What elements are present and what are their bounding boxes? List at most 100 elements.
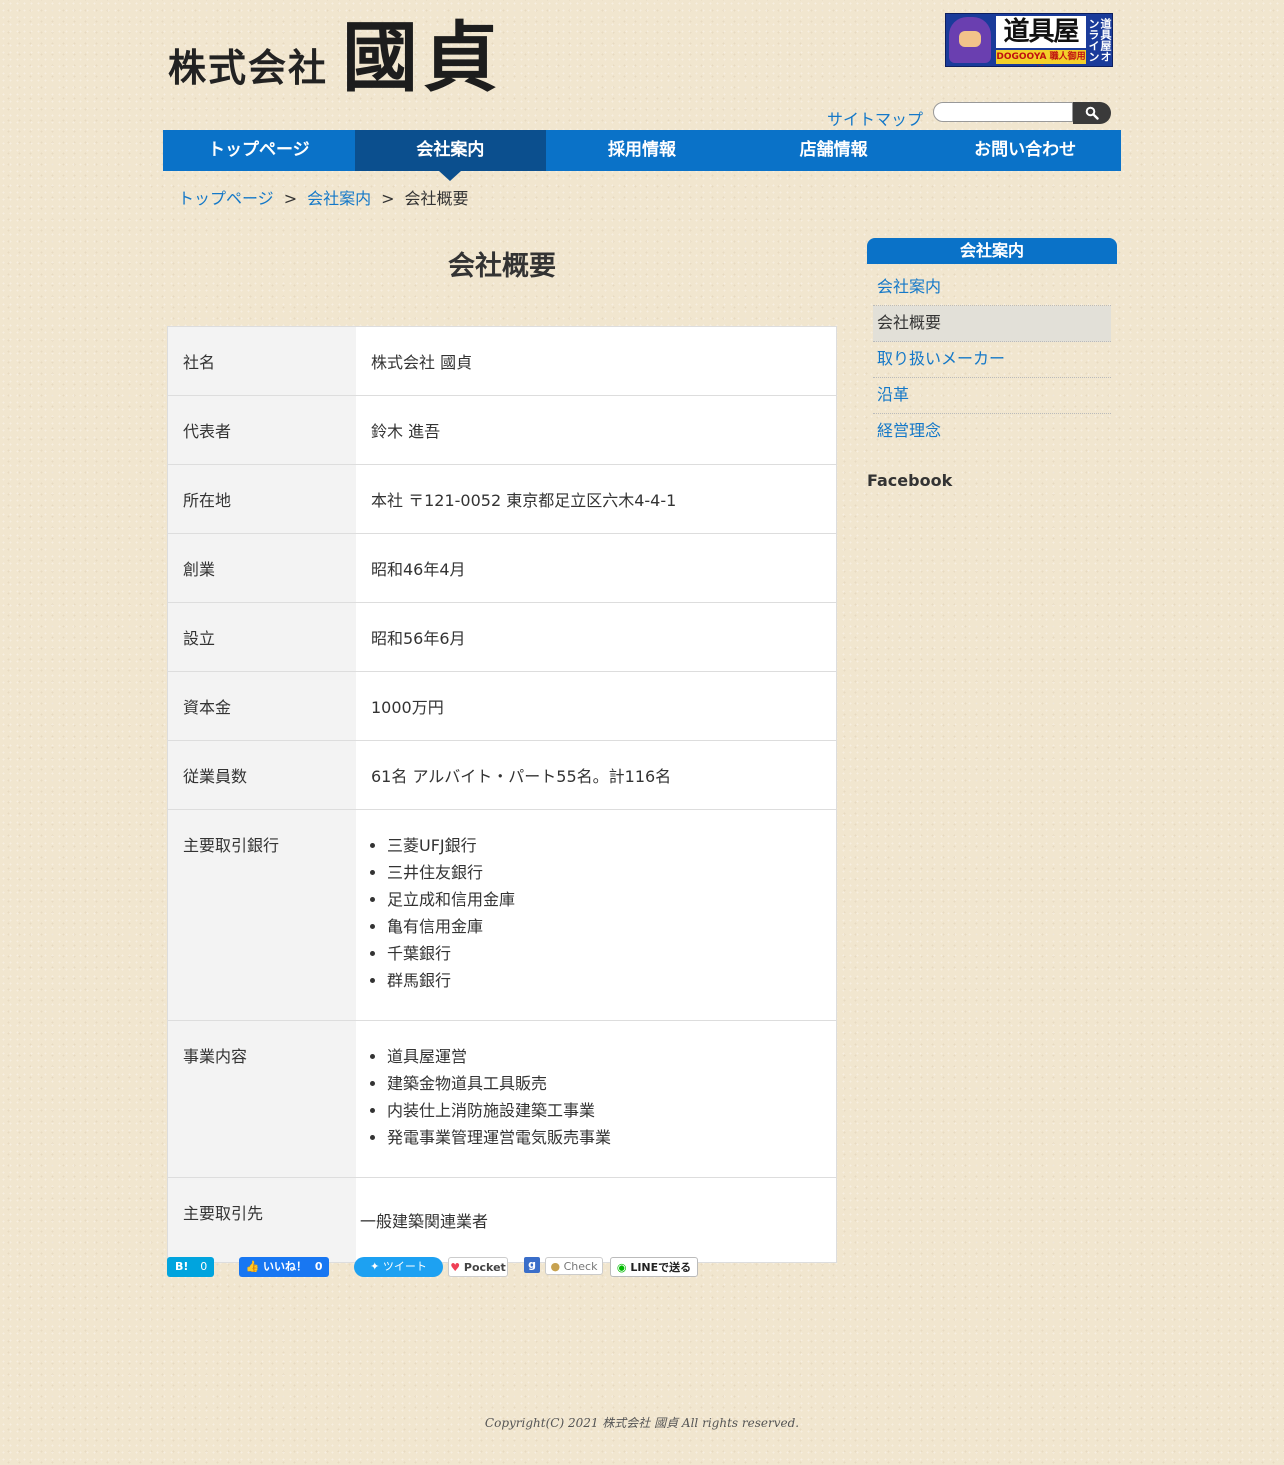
row-label: 社名 <box>168 327 356 395</box>
global-nav: トップページ 会社案内 採用情報 店舗情報 お問い合わせ <box>163 130 1121 181</box>
list-item: 三井住友銀行 <box>387 859 821 886</box>
copyright: Copyright(C) 2021 株式会社 國貞 All rights res… <box>484 1416 800 1430</box>
dougu-ya-online-banner[interactable]: 道具屋 DOGOOYA 職人御用達 道具屋オンライン <box>945 13 1113 67</box>
list-item: 三菱UFJ銀行 <box>387 832 821 859</box>
line-share-button[interactable]: ◉ LINEで送る <box>610 1257 698 1277</box>
row-value: 本社 〒121-0052 東京都足立区六木4-4-1 <box>371 491 677 510</box>
row-label: 従業員数 <box>168 741 356 809</box>
table-row-business: 事業内容 道具屋運営 建築金物道具工具販売 内装仕上消防施設建築工事業 発電事業… <box>168 1021 836 1178</box>
pocket-button[interactable]: ♥ Pocket <box>448 1257 508 1277</box>
table-row: 創業 昭和46年4月 <box>168 534 836 603</box>
search-input[interactable] <box>933 102 1073 122</box>
logo-company-type: 株式会社 <box>168 45 329 90</box>
list-item: 発電事業管理運営電気販売事業 <box>387 1124 821 1151</box>
sidebar-item-philosophy[interactable]: 経営理念 <box>873 414 1111 449</box>
tweet-label: ツイート <box>382 1260 427 1273</box>
search-button[interactable] <box>1073 102 1111 124</box>
breadcrumb-top[interactable]: トップページ <box>178 189 274 208</box>
mixi-check-button[interactable]: ● Check <box>545 1257 603 1275</box>
table-row: 代表者 鈴木 進吾 <box>168 396 836 465</box>
hatena-icon: B! <box>175 1260 189 1273</box>
row-label: 設立 <box>168 603 356 671</box>
table-row: 設立 昭和56年6月 <box>168 603 836 672</box>
hatena-bookmark-button[interactable]: B! 0 <box>167 1257 214 1277</box>
row-label: 事業内容 <box>168 1021 356 1177</box>
list-item: 足立成和信用金庫 <box>387 886 821 913</box>
table-row: 所在地 本社 〒121-0052 東京都足立区六木4-4-1 <box>168 465 836 534</box>
mixi-icon: ● <box>550 1260 561 1273</box>
row-value: 株式会社 國貞 <box>371 353 473 372</box>
row-label: 主要取引先 <box>168 1178 356 1262</box>
share-buttons: B! 0 👍 いいね！ 0 ✦ ツイート ♥ Pocket g ● Check … <box>167 1257 707 1278</box>
twitter-bird-icon: ✦ <box>370 1260 380 1273</box>
bank-list: 三菱UFJ銀行 三井住友銀行 足立成和信用金庫 亀有信用金庫 千葉銀行 群馬銀行 <box>371 832 821 994</box>
row-label: 資本金 <box>168 672 356 740</box>
table-row-clients: 主要取引先 一般建築関連業者 <box>168 1178 836 1262</box>
like-count: 0 <box>314 1260 323 1273</box>
row-label: 創業 <box>168 534 356 602</box>
table-row-banks: 主要取引銀行 三菱UFJ銀行 三井住友銀行 足立成和信用金庫 亀有信用金庫 千葉… <box>168 810 836 1021</box>
breadcrumb-company[interactable]: 会社案内 <box>307 189 371 208</box>
row-label: 主要取引銀行 <box>168 810 356 1020</box>
sidebar-item-history[interactable]: 沿革 <box>873 378 1111 414</box>
site-logo[interactable]: 株式会社 國貞 <box>168 18 502 98</box>
list-item: 千葉銀行 <box>387 940 821 967</box>
row-label: 代表者 <box>168 396 356 464</box>
mascot-icon <box>949 17 991 63</box>
nav-item-top[interactable]: トップページ <box>163 130 355 171</box>
search-icon <box>1085 106 1099 120</box>
nav-item-stores[interactable]: 店舗情報 <box>738 130 930 171</box>
like-label: いいね！ <box>263 1260 308 1273</box>
company-overview-table: 社名 株式会社 國貞 代表者 鈴木 進吾 所在地 本社 〒121-0052 東京… <box>167 326 837 1263</box>
tweet-button[interactable]: ✦ ツイート <box>354 1257 443 1277</box>
row-value: 道具屋運営 建築金物道具工具販売 内装仕上消防施設建築工事業 発電事業管理運営電… <box>356 1021 836 1177</box>
line-label: LINEで送る <box>630 1261 692 1274</box>
list-item: 道具屋運営 <box>387 1043 821 1070</box>
google-bookmark-button[interactable]: g <box>524 1257 540 1273</box>
row-value: 昭和46年4月 <box>371 560 466 579</box>
row-value: 昭和56年6月 <box>371 629 466 648</box>
nav-item-contact[interactable]: お問い合わせ <box>929 130 1121 171</box>
breadcrumb-current: 会社概要 <box>404 189 469 208</box>
pocket-icon: ♥ <box>450 1261 461 1274</box>
list-item: 内装仕上消防施設建築工事業 <box>387 1097 821 1124</box>
list-item: 群馬銀行 <box>387 967 821 994</box>
sidebar: 会社案内 会社案内 会社概要 取り扱いメーカー 沿革 経営理念 Facebook <box>867 238 1117 490</box>
line-icon: ◉ <box>616 1261 627 1274</box>
sidebar-item-company-guide[interactable]: 会社案内 <box>873 270 1111 306</box>
facebook-heading: Facebook <box>867 471 953 490</box>
sidebar-menu: 会社案内 会社概要 取り扱いメーカー 沿革 経営理念 <box>873 270 1111 449</box>
banner-side-text: 道具屋オンライン <box>1087 18 1112 62</box>
table-row: 資本金 1000万円 <box>168 672 836 741</box>
google-icon: g <box>528 1258 536 1271</box>
hatena-count: 0 <box>200 1260 208 1273</box>
search-form <box>933 102 1113 124</box>
row-value: 1000万円 <box>371 698 444 717</box>
breadcrumb-separator: > <box>381 189 395 208</box>
thumbs-up-icon: 👍 <box>245 1260 260 1273</box>
row-label: 所在地 <box>168 465 356 533</box>
list-item: 亀有信用金庫 <box>387 913 821 940</box>
sidebar-item-overview[interactable]: 会社概要 <box>873 306 1111 342</box>
sidebar-heading: 会社案内 <box>867 238 1117 264</box>
breadcrumb-separator: > <box>283 189 298 208</box>
check-label: Check <box>563 1260 598 1273</box>
page-title: 会社概要 <box>448 251 556 282</box>
row-value: 61名 アルバイト・パート55名。計116名 <box>371 767 672 786</box>
row-value: 鈴木 進吾 <box>371 422 441 441</box>
sidebar-item-makers[interactable]: 取り扱いメーカー <box>873 342 1111 378</box>
sitemap-link[interactable]: サイトマップ <box>827 106 923 130</box>
nav-item-recruit[interactable]: 採用情報 <box>546 130 738 171</box>
row-value: 一般建築関連業者 <box>360 1212 489 1231</box>
business-list: 道具屋運営 建築金物道具工具販売 内装仕上消防施設建築工事業 発電事業管理運営電… <box>371 1043 821 1151</box>
breadcrumb: トップページ > 会社案内 > 会社概要 <box>178 185 469 209</box>
banner-title: 道具屋 <box>996 16 1086 48</box>
row-value: 三菱UFJ銀行 三井住友銀行 足立成和信用金庫 亀有信用金庫 千葉銀行 群馬銀行 <box>356 810 836 1020</box>
facebook-like-button[interactable]: 👍 いいね！ 0 <box>239 1257 329 1277</box>
table-row: 従業員数 61名 アルバイト・パート55名。計116名 <box>168 741 836 810</box>
nav-item-company[interactable]: 会社案内 <box>354 130 547 181</box>
list-item: 建築金物道具工具販売 <box>387 1070 821 1097</box>
banner-subtitle: DOGOOYA 職人御用達 <box>996 50 1086 64</box>
logo-company-name: 國貞 <box>342 13 503 102</box>
pocket-label: Pocket <box>463 1261 506 1274</box>
